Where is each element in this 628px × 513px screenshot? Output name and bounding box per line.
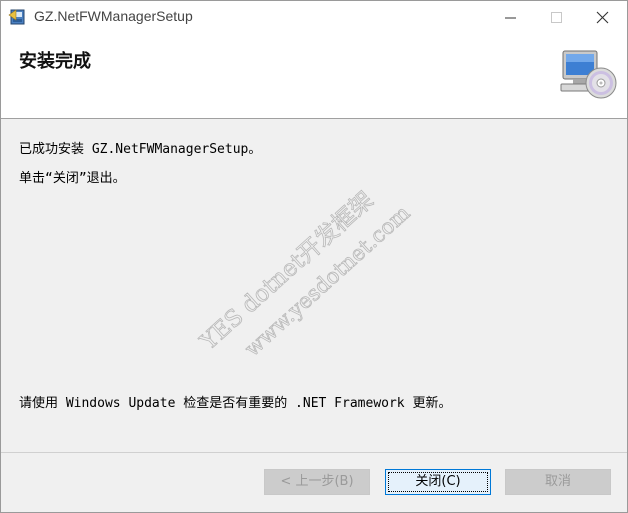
cancel-button[interactable]: 取消: [505, 469, 611, 495]
cancel-button-label: 取消: [544, 474, 571, 489]
close-icon: [596, 11, 609, 24]
content-area: 已成功安装 GZ.NetFWManagerSetup。 单击“关闭”退出。 请使…: [1, 119, 627, 449]
close-window-button[interactable]: [580, 1, 626, 34]
back-button-label: < 上一步(B): [280, 474, 354, 489]
success-message: 已成功安装 GZ.NetFWManagerSetup。: [19, 142, 262, 157]
back-button[interactable]: < 上一步(B): [264, 469, 370, 495]
header-banner: 安装完成: [1, 34, 627, 119]
exit-instruction: 单击“关闭”退出。: [19, 171, 126, 186]
update-notice: 请使用 Windows Update 检查是否有重要的 .NET Framewo…: [19, 396, 452, 411]
minimize-button[interactable]: [488, 1, 534, 34]
focus-rect: [388, 472, 488, 492]
minimize-icon: [505, 17, 516, 19]
maximize-button[interactable]: [534, 1, 580, 34]
computer-cd-icon: [560, 50, 617, 99]
title-bar: GZ.NetFWManagerSetup: [1, 1, 627, 34]
maximize-icon: [551, 12, 562, 23]
page-title: 安装完成: [19, 51, 91, 72]
footer-separator: [1, 452, 627, 453]
installer-app-icon: [8, 9, 25, 25]
installer-window: GZ.NetFWManagerSetup 安装完成 已成功安装 GZ.NetFW…: [0, 0, 628, 513]
window-title: GZ.NetFWManagerSetup: [34, 8, 193, 24]
close-button[interactable]: 关闭(C): [385, 469, 491, 495]
